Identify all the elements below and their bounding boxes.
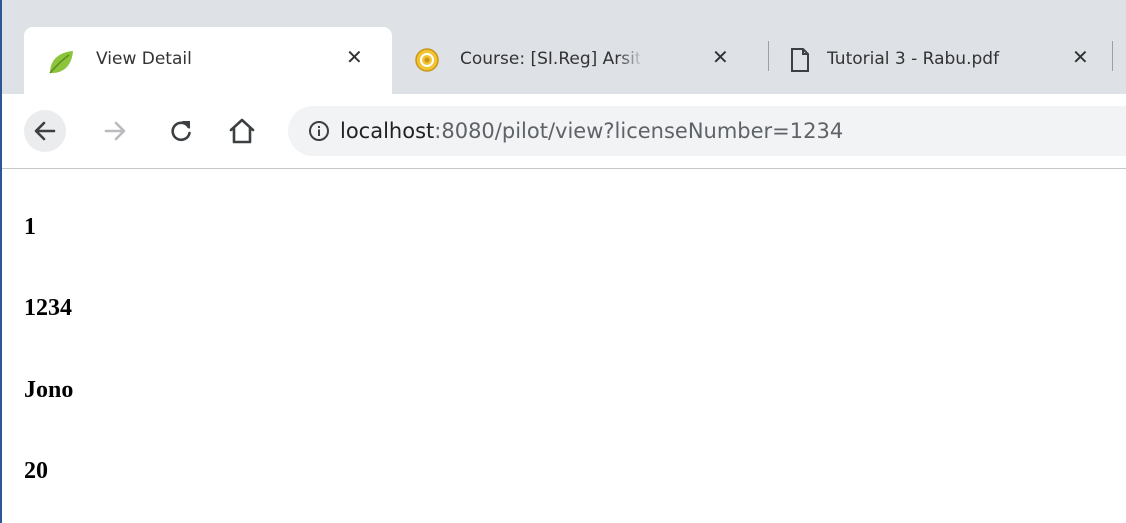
- pilot-name: Jono: [24, 377, 74, 403]
- reload-icon: [171, 121, 191, 142]
- title-bar: [0, 0, 1126, 10]
- arrow-right-icon: [104, 121, 126, 141]
- reload-button[interactable]: [160, 110, 202, 152]
- home-icon: [229, 118, 255, 144]
- tab-title: View Detail: [96, 49, 192, 69]
- home-button[interactable]: [221, 110, 263, 152]
- close-tab-icon[interactable]: ✕: [1072, 45, 1089, 69]
- url-text: localhost:8080/pilot/view?licenseNumber=…: [340, 119, 843, 143]
- university-seal-icon: [414, 47, 440, 73]
- pilot-id: 1: [24, 214, 36, 240]
- tab-title: Course: [SI.Reg] Arsitek: [460, 49, 640, 69]
- tab-strip: View Detail ✕ Course: [SI.Reg] Arsitek ✕…: [0, 0, 1126, 94]
- window-left-border: [0, 0, 2, 523]
- address-bar[interactable]: localhost:8080/pilot/view?licenseNumber=…: [288, 106, 1126, 156]
- page-content: 1 1234 Jono 20: [24, 169, 1126, 523]
- url-host: localhost: [340, 119, 435, 143]
- url-path: :8080/pilot/view?licenseNumber=1234: [434, 119, 844, 143]
- tab-separator: [1112, 41, 1113, 71]
- tab-title: Tutorial 3 - Rabu.pdf: [827, 49, 1000, 69]
- tab-course[interactable]: Course: [SI.Reg] Arsitek ✕: [392, 27, 768, 94]
- forward-button[interactable]: [94, 110, 136, 152]
- document-icon: [789, 47, 811, 73]
- close-tab-icon[interactable]: ✕: [346, 45, 363, 69]
- browser-toolbar: localhost:8080/pilot/view?licenseNumber=…: [0, 94, 1126, 169]
- back-button[interactable]: [24, 110, 66, 152]
- tab-view-detail[interactable]: View Detail ✕: [24, 27, 392, 94]
- arrow-left-icon: [34, 121, 56, 141]
- pilot-flight-hour: 20: [24, 458, 48, 484]
- close-tab-icon[interactable]: ✕: [712, 45, 729, 69]
- pilot-license-number: 1234: [24, 295, 72, 321]
- info-icon[interactable]: [308, 120, 330, 142]
- tab-tutorial-pdf[interactable]: Tutorial 3 - Rabu.pdf ✕: [769, 27, 1121, 94]
- leaf-icon: [46, 47, 76, 77]
